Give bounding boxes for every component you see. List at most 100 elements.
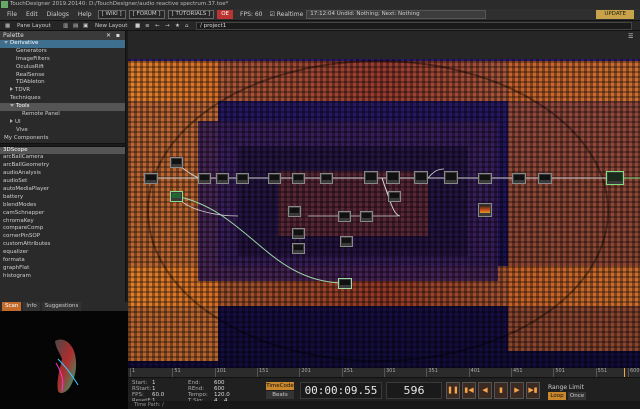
new-layout-button[interactable]: New Layout bbox=[92, 22, 130, 30]
palette-component-label: chromaKey bbox=[3, 217, 34, 224]
update-button[interactable]: UPDATE bbox=[596, 10, 634, 19]
node-chop-1[interactable] bbox=[268, 173, 281, 184]
palette-component-item[interactable]: 3DScope bbox=[0, 146, 125, 155]
node-switch[interactable] bbox=[388, 191, 401, 202]
split-icon[interactable]: ▦ bbox=[2, 22, 13, 30]
node-constant-1[interactable] bbox=[288, 206, 301, 217]
playhead[interactable] bbox=[624, 368, 625, 377]
realtime-toggle[interactable]: ☑ Realtime bbox=[269, 11, 303, 18]
node-audio-out[interactable] bbox=[338, 278, 352, 289]
menu-help[interactable]: Help bbox=[75, 11, 95, 18]
node-chop-3[interactable] bbox=[320, 173, 333, 184]
pane-layout-button[interactable]: Pane Layout bbox=[14, 22, 54, 30]
beats-mode-button[interactable]: Beats bbox=[266, 391, 294, 399]
palette-component-item[interactable]: compareComp bbox=[0, 225, 125, 233]
window-title: TouchDesigner 2019.20140: D:/TouchDesign… bbox=[10, 1, 229, 7]
home-icon[interactable]: ⌂ bbox=[182, 22, 192, 30]
node-select[interactable] bbox=[340, 236, 353, 247]
timecode-mode-button[interactable]: TimeCode bbox=[266, 382, 294, 390]
palette-folder-item[interactable]: Techniques bbox=[0, 95, 125, 103]
tab-suggestions[interactable]: Suggestions bbox=[41, 302, 82, 311]
menu-edit[interactable]: Edit bbox=[23, 11, 41, 18]
timeline-tick: 401 bbox=[468, 368, 480, 377]
oe-button[interactable]: OE bbox=[217, 10, 233, 19]
pause-icon[interactable]: ❚❚ bbox=[446, 382, 460, 399]
palette-component-item[interactable]: formata bbox=[0, 257, 125, 265]
palette-component-item[interactable]: graphFlat bbox=[0, 265, 125, 273]
palette-folder-item[interactable]: Tools bbox=[0, 103, 125, 112]
network-editor[interactable]: ☰ bbox=[128, 31, 640, 376]
tutorials-button[interactable]: [ TUTORIALS ] bbox=[167, 10, 215, 19]
node-top-1[interactable] bbox=[364, 171, 378, 184]
palette-folder-item[interactable]: TDVR bbox=[0, 87, 125, 95]
palette-component-item[interactable]: arcBallCamera bbox=[0, 154, 125, 162]
play-icon[interactable]: ▶ bbox=[510, 382, 524, 399]
menu-file[interactable]: File bbox=[4, 11, 20, 18]
palette-folder-item[interactable]: TDAbleton bbox=[0, 79, 125, 87]
palette-component-item[interactable]: battery bbox=[0, 194, 125, 202]
palette-component-item[interactable]: audioSet bbox=[0, 178, 125, 186]
node-audio-analysis[interactable] bbox=[170, 191, 183, 202]
palette-component-item[interactable]: equalizer bbox=[0, 249, 125, 257]
step-icon[interactable]: ▮ bbox=[494, 382, 508, 399]
node-chop-2[interactable] bbox=[292, 173, 305, 184]
node-top-5[interactable] bbox=[478, 173, 492, 184]
play-reverse-icon[interactable]: ◀ bbox=[478, 382, 492, 399]
loop-button[interactable]: Loop bbox=[548, 392, 566, 400]
palette-folder-item[interactable]: Derivative bbox=[0, 40, 125, 48]
palette-folder-item[interactable]: My Components bbox=[0, 135, 125, 143]
palette-component-item[interactable]: blendModes bbox=[0, 202, 125, 210]
timeline-ruler[interactable]: 1 51 101 151 201 251 301 351 401 451 501 551 600 bbox=[128, 368, 640, 377]
node-constant-2[interactable] bbox=[292, 228, 305, 239]
node-top-4[interactable] bbox=[444, 171, 458, 184]
node-math-1[interactable] bbox=[198, 173, 211, 184]
node-top-2[interactable] bbox=[386, 171, 400, 184]
node-math-2[interactable] bbox=[216, 173, 229, 184]
node-render[interactable] bbox=[478, 203, 492, 217]
palette-folder-item[interactable]: OculusRift bbox=[0, 64, 125, 72]
palette-folder-label: Generators bbox=[16, 47, 47, 54]
palette-component-label: compareComp bbox=[3, 225, 44, 232]
node-top-3[interactable] bbox=[414, 171, 428, 184]
node-output[interactable] bbox=[606, 171, 624, 185]
tab-info[interactable]: Info bbox=[23, 302, 40, 311]
network-path[interactable]: / project1 bbox=[196, 22, 632, 30]
palette-component-item[interactable]: camSchnapper bbox=[0, 210, 125, 218]
step-back-icon[interactable]: ▮◀ bbox=[462, 382, 476, 399]
chevron-down-icon bbox=[10, 104, 14, 108]
tab-scan[interactable]: Scan bbox=[2, 302, 22, 311]
palette-component-label: audioAnalysis bbox=[3, 170, 41, 177]
palette-folder-item[interactable]: ImageFilters bbox=[0, 56, 125, 64]
palette-folder-item[interactable]: RealSense bbox=[0, 72, 125, 80]
node-audio-in[interactable] bbox=[144, 173, 158, 184]
once-button[interactable]: Once bbox=[568, 392, 586, 400]
node-math-3[interactable] bbox=[236, 173, 249, 184]
close-icon[interactable]: ✕ bbox=[106, 31, 111, 40]
node-audio-file[interactable] bbox=[170, 157, 183, 168]
node-top-6[interactable] bbox=[512, 173, 526, 184]
palette-folder-item[interactable]: Generators bbox=[0, 48, 125, 56]
palette-component-item[interactable]: audioAnalysis bbox=[0, 170, 125, 178]
palette-panel: Palette ✕ ▪ Derivative Generators ImageFil… bbox=[0, 31, 126, 302]
wiki-button[interactable]: [ WIKI ] bbox=[97, 10, 126, 19]
palette-folder-item[interactable]: Remote Panel bbox=[0, 111, 125, 119]
layout-icon-3[interactable]: ▣ bbox=[80, 22, 91, 30]
node-transform[interactable] bbox=[360, 211, 373, 222]
forum-button[interactable]: [ FORUM ] bbox=[128, 10, 165, 19]
palette-component-item[interactable]: customAttributes bbox=[0, 241, 125, 249]
palette-component-item[interactable]: autoMediaPlayer bbox=[0, 186, 125, 194]
palette-component-item[interactable]: cornerPinSOP bbox=[0, 233, 125, 241]
palette-component-item[interactable]: arcBallGeometry bbox=[0, 162, 125, 170]
node-constant-3[interactable] bbox=[292, 243, 305, 254]
step-forward-icon[interactable]: ▶▮ bbox=[526, 382, 540, 399]
node-top-7[interactable] bbox=[538, 173, 552, 184]
palette-component-item[interactable]: histogram bbox=[0, 273, 125, 281]
pin-icon[interactable]: ▪ bbox=[116, 31, 120, 40]
palette-component-item[interactable]: chromaKey bbox=[0, 218, 125, 226]
palette-folder-item[interactable]: UI bbox=[0, 118, 125, 127]
timecode-display[interactable]: 00:00:09.55 bbox=[300, 382, 382, 399]
node-level[interactable] bbox=[338, 211, 351, 222]
palette-folder-item[interactable]: Vive bbox=[0, 127, 125, 135]
frame-display[interactable]: 596 bbox=[386, 382, 442, 399]
menu-dialogs[interactable]: Dialogs bbox=[44, 11, 72, 18]
